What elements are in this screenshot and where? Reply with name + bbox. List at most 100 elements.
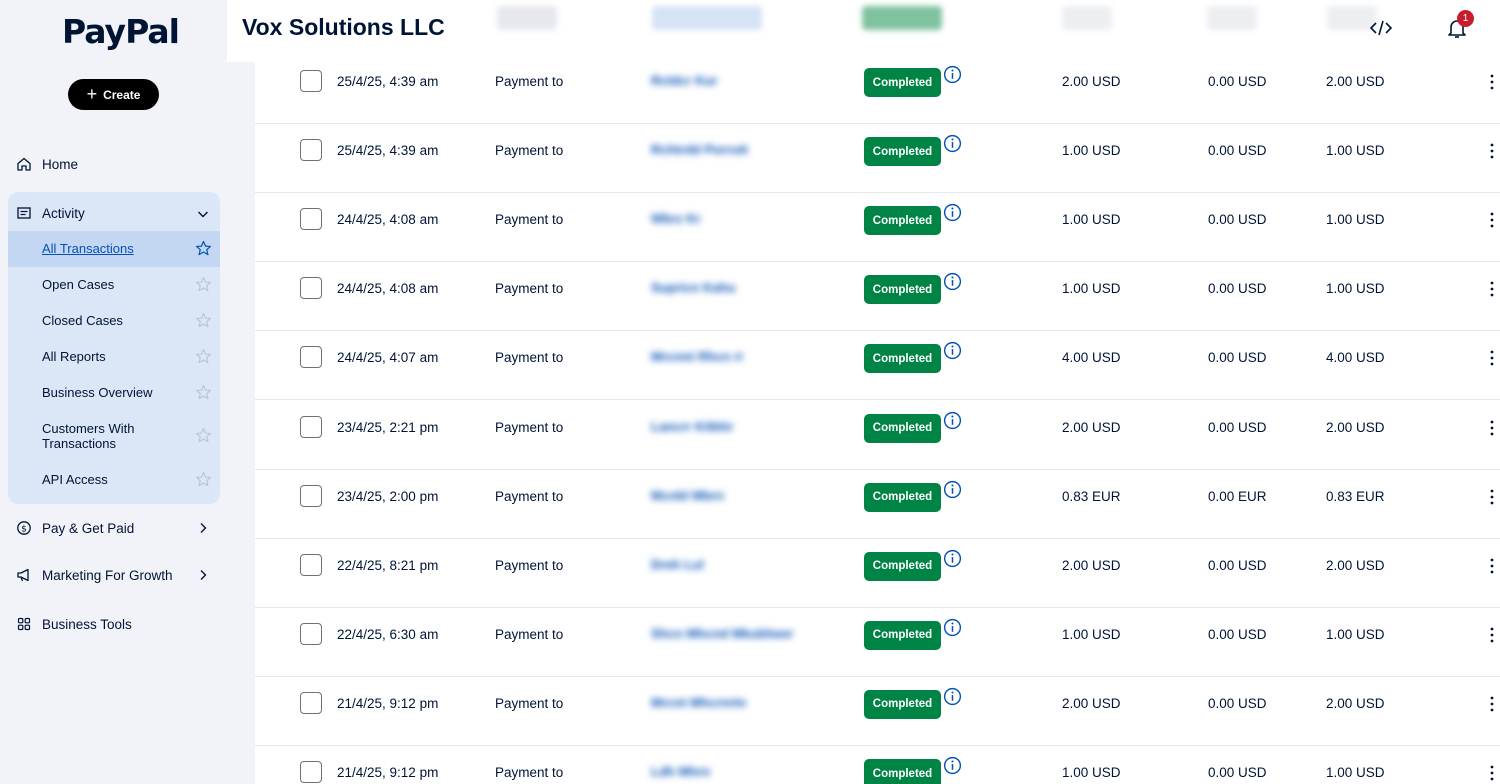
sidebar-item-all-reports[interactable]: All Reports [42, 349, 106, 364]
more-options-icon[interactable] [1489, 695, 1495, 713]
gross-amount: 1.00 USD [1062, 765, 1121, 780]
nav-business-tools[interactable]: Business Tools [16, 616, 132, 632]
info-icon[interactable] [943, 411, 962, 430]
table-row[interactable]: 22/4/25, 6:30 am Payment to Shcn Mhcnd Mku… [255, 608, 1500, 677]
transaction-type: Payment to [495, 695, 564, 711]
fee-amount: 0.00 USD [1208, 765, 1267, 780]
more-options-icon[interactable] [1489, 626, 1495, 644]
main-gutter [227, 62, 255, 784]
create-button[interactable]: + Create [68, 79, 159, 110]
paypal-logo[interactable]: PayPal [62, 12, 180, 51]
table-row[interactable]: 25/4/25, 4:39 am Payment to Rchtrdd Porrut… [255, 124, 1500, 194]
info-icon[interactable] [943, 480, 962, 499]
recipient-name-link[interactable]: Shcn Mhcnd Mkubheer [651, 626, 793, 641]
more-options-icon[interactable] [1489, 764, 1495, 782]
nav-home[interactable]: Home [16, 156, 78, 172]
star-icon[interactable] [195, 384, 212, 401]
row-checkbox[interactable] [300, 484, 322, 507]
recipient-name-link[interactable]: Mcnbl Mbrn [651, 488, 724, 503]
more-options-icon[interactable] [1489, 142, 1495, 160]
recipient-name-link[interactable]: Mrcnnt Rhcn ri [651, 349, 743, 364]
more-options-icon[interactable] [1489, 280, 1495, 298]
row-checkbox[interactable] [300, 277, 322, 300]
sidebar-item-customers-with-transactions[interactable]: Customers With Transactions [42, 421, 167, 451]
gross-amount: 1.00 USD [1062, 143, 1121, 159]
recipient-name-link[interactable]: Ldh Mhrn [651, 764, 710, 779]
recipient-name-link[interactable]: Dreh Lul [651, 557, 704, 572]
row-checkbox[interactable] [300, 691, 322, 714]
chevron-down-icon[interactable] [197, 208, 209, 220]
row-checkbox[interactable] [300, 70, 322, 92]
nav-pay-get-paid[interactable]: $ Pay & Get Paid [16, 520, 207, 536]
transaction-date: 23/4/25, 2:21 pm [337, 419, 439, 435]
star-icon[interactable] [195, 348, 212, 365]
star-icon[interactable] [195, 276, 212, 293]
info-icon[interactable] [943, 203, 962, 222]
nav-marketing-label: Marketing For Growth [42, 567, 173, 583]
sidebar-item-open-cases[interactable]: Open Cases [42, 277, 114, 292]
chevron-right-icon[interactable] [197, 569, 209, 581]
more-options-icon[interactable] [1489, 349, 1495, 367]
table-row[interactable]: 23/4/25, 2:21 pm Payment to Lancrr Kitbhr C… [255, 401, 1500, 470]
nav-marketing[interactable]: Marketing For Growth [16, 567, 207, 583]
sidebar-item-all-transactions[interactable]: All Transactions [42, 241, 134, 256]
chevron-right-icon[interactable] [197, 522, 209, 534]
info-icon[interactable] [943, 618, 962, 637]
star-icon[interactable] [195, 312, 212, 329]
table-row[interactable]: 25/4/25, 4:39 am Payment to Rcldcr Kur Comp… [255, 55, 1500, 124]
row-checkbox[interactable] [300, 415, 322, 438]
table-row[interactable]: 24/4/25, 4:07 am Payment to Mrcnnt Rhcn ri… [255, 331, 1500, 401]
more-options-icon[interactable] [1489, 211, 1495, 229]
recipient-name-link[interactable]: Mrcnt Mhcrnrtn [651, 695, 746, 710]
star-icon[interactable] [195, 427, 212, 444]
row-checkbox[interactable] [300, 139, 322, 162]
table-row[interactable]: 22/4/25, 8:21 pm Payment to Dreh Lul Comple… [255, 539, 1500, 608]
sidebar-item-label: All Transactions [42, 241, 134, 256]
grid-icon [16, 616, 32, 632]
more-options-icon[interactable] [1489, 557, 1495, 575]
net-amount: 2.00 USD [1326, 557, 1385, 573]
table-row[interactable]: 24/4/25, 4:08 am Payment to Supricn Kahu Co… [255, 262, 1500, 332]
sidebar-item-api-access[interactable]: API Access [42, 472, 108, 487]
megaphone-icon [16, 567, 32, 583]
more-options-icon[interactable] [1489, 419, 1495, 437]
recipient-name-link[interactable]: Rchtrdd Porrutt [651, 142, 748, 157]
recipient-name-link[interactable]: Rcldcr Kur [651, 73, 717, 88]
recipient-name-link[interactable]: Supricn Kahu [651, 280, 736, 295]
row-checkbox[interactable] [300, 346, 322, 369]
recipient-name-link[interactable]: Lancrr Kitbhr [651, 419, 733, 434]
row-checkbox[interactable] [300, 761, 322, 783]
table-row[interactable]: 24/4/25, 4:08 am Payment to Wbrz Kr Complet… [255, 193, 1500, 263]
row-checkbox[interactable] [300, 622, 322, 645]
table-row[interactable]: 21/4/25, 9:12 pm Payment to Ldh Mhrn Comple… [255, 746, 1500, 784]
info-icon[interactable] [943, 756, 962, 775]
sidebar-item-closed-cases[interactable]: Closed Cases [42, 313, 123, 328]
transaction-type: Payment to [495, 74, 564, 89]
star-icon[interactable] [195, 471, 212, 488]
transaction-date: 24/4/25, 4:07 am [337, 350, 439, 366]
more-options-icon[interactable] [1489, 73, 1495, 91]
more-options-icon[interactable] [1489, 488, 1495, 506]
info-icon[interactable] [943, 134, 962, 153]
row-checkbox[interactable] [300, 553, 322, 576]
recipient-name-link[interactable]: Wbrz Kr [651, 211, 701, 226]
fee-amount: 0.00 USD [1208, 557, 1267, 573]
info-icon[interactable] [943, 65, 962, 84]
transaction-date: 25/4/25, 4:39 am [337, 74, 439, 89]
info-icon[interactable] [943, 341, 962, 360]
info-icon[interactable] [943, 272, 962, 291]
code-icon[interactable] [1369, 18, 1393, 38]
info-icon[interactable] [943, 549, 962, 568]
transaction-type: Payment to [495, 419, 564, 435]
table-row[interactable]: 21/4/25, 9:12 pm Payment to Mrcnt Mhcrnrtn… [255, 677, 1500, 746]
row-checkbox[interactable] [300, 208, 322, 231]
dollar-circle-icon: $ [16, 520, 32, 536]
transaction-date: 21/4/25, 9:12 pm [337, 695, 439, 711]
table-row[interactable]: 23/4/25, 2:00 pm Payment to Mcnbl Mbrn Comp… [255, 470, 1500, 539]
info-icon[interactable] [943, 687, 962, 706]
gross-amount: 1.00 USD [1062, 212, 1121, 228]
nav-home-label: Home [42, 156, 79, 172]
sidebar-item-business-overview[interactable]: Business Overview [42, 385, 153, 400]
nav-activity[interactable]: Activity [16, 205, 208, 221]
favorite-star-icon[interactable] [195, 240, 212, 257]
